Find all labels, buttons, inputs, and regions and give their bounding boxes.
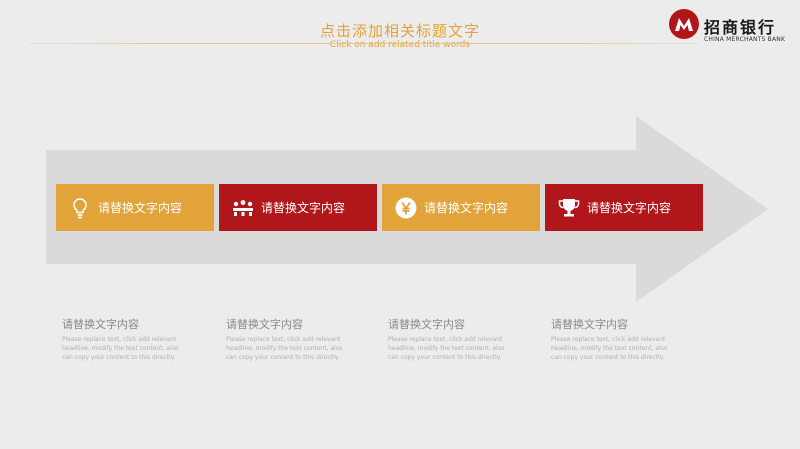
step-box-2[interactable]: 请替换文字内容 bbox=[219, 184, 377, 231]
step-box-1[interactable]: 请替换文字内容 bbox=[56, 184, 214, 231]
step-box-4[interactable]: 请替换文字内容 bbox=[545, 184, 703, 231]
description-body-4[interactable]: Please replace text, click add relevant … bbox=[551, 335, 671, 362]
description-3: 请替换文字内容 Please replace text, click add r… bbox=[388, 316, 508, 362]
description-heading-3[interactable]: 请替换文字内容 bbox=[388, 316, 508, 332]
description-body-2[interactable]: Please replace text, click add relevant … bbox=[226, 335, 346, 362]
step-label-2: 请替换文字内容 bbox=[261, 201, 346, 215]
step-label-4: 请替换文字内容 bbox=[587, 201, 672, 215]
trophy-icon bbox=[557, 196, 581, 220]
title-divider bbox=[28, 43, 700, 44]
step-label-1: 请替换文字内容 bbox=[98, 201, 183, 215]
meeting-icon bbox=[231, 196, 255, 220]
step-label-3: 请替换文字内容 bbox=[424, 201, 509, 215]
step-box-3[interactable]: 请替换文字内容 bbox=[382, 184, 540, 231]
description-heading-1[interactable]: 请替换文字内容 bbox=[62, 316, 182, 332]
description-2: 请替换文字内容 Please replace text, click add r… bbox=[226, 316, 346, 362]
description-1: 请替换文字内容 Please replace text, click add r… bbox=[62, 316, 182, 362]
description-heading-4[interactable]: 请替换文字内容 bbox=[551, 316, 671, 332]
lightbulb-icon bbox=[68, 196, 92, 220]
bank-logo: 招商银行 CHINA MERCHANTS BANK bbox=[668, 8, 796, 44]
description-body-3[interactable]: Please replace text, click add relevant … bbox=[388, 335, 508, 362]
description-4: 请替换文字内容 Please replace text, click add r… bbox=[551, 316, 671, 362]
description-heading-2[interactable]: 请替换文字内容 bbox=[226, 316, 346, 332]
bank-name-en: CHINA MERCHANTS BANK bbox=[704, 36, 786, 43]
bank-logo-icon bbox=[669, 9, 699, 39]
yen-coin-icon bbox=[394, 196, 418, 220]
description-body-1[interactable]: Please replace text, click add relevant … bbox=[62, 335, 182, 362]
bank-name-cn: 招商银行 bbox=[704, 18, 777, 37]
